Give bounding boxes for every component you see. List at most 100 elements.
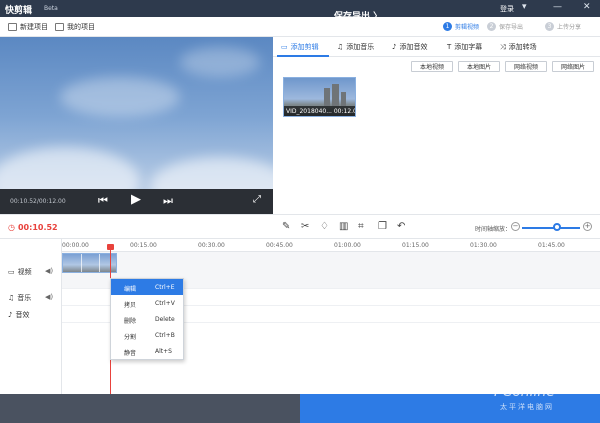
minimize-icon[interactable]: — (553, 2, 562, 12)
close-icon[interactable]: ✕ (583, 2, 591, 12)
trash-icon[interactable]: ▥ (339, 221, 348, 232)
track-label-text: 音效 (15, 311, 30, 319)
online-video-label: 网络视频 (513, 64, 538, 71)
track-label-text: 音乐 (17, 294, 32, 302)
menu-item-shortcut: Ctrl+B (155, 332, 175, 339)
ruler-tick: 01:45.00 (538, 242, 565, 249)
step-edit[interactable]: 1 剪辑视频 (443, 22, 479, 31)
copy-icon[interactable]: ❐ (378, 221, 387, 232)
menu-item-label: 删除 (124, 318, 137, 325)
prev-icon[interactable]: ⏮ (98, 194, 108, 208)
app-title: 快剪辑 (5, 6, 33, 16)
watermark-subtitle: 太平洋电脑网 (500, 403, 554, 411)
video-clip[interactable] (62, 253, 117, 273)
menu-item-shortcut: Delete (155, 316, 175, 323)
video-track-label: ▭ 视频 (8, 267, 32, 277)
time-ruler[interactable]: 00:00.00 00:15.00 00:30.00 00:45.00 01:0… (62, 239, 600, 252)
music-track-label: ♫ 音乐 (8, 293, 31, 303)
building-shape (341, 92, 346, 106)
next-icon[interactable]: ⏭ (163, 194, 173, 208)
zoom-slider-track[interactable] (522, 227, 580, 229)
building-shape (324, 88, 330, 106)
tab-bar: ▭ 添加剪辑 ♫ 添加音乐 ♪ 添加音效 T 添加字幕 ⤨ 添加转场 (273, 37, 600, 57)
pencil-icon[interactable]: ✎ (282, 221, 290, 232)
local-image-label: 本地图片 (466, 64, 491, 71)
bottom-bar-left (0, 394, 300, 423)
save-export-button[interactable]: 保存导出 〉 (334, 9, 382, 22)
ruler-tick: 00:00.00 (62, 242, 89, 249)
timeline: ▭ 视频 ◀) ♫ 音乐 ◀) ♪ 音效 00:00.00 00:15.00 0… (0, 239, 600, 394)
tab-add-transition[interactable]: ⤨ 添加转场 (500, 42, 537, 52)
step-label: 保存导出 (499, 24, 524, 31)
online-image-button[interactable]: 网络图片 (552, 61, 594, 72)
media-thumbnail[interactable]: VID_2018040... 00:12.04 (283, 77, 356, 117)
sound-track-label: ♪ 音效 (8, 310, 29, 320)
tab-label: 添加字幕 (454, 43, 483, 51)
zoom-label: 时间轴缩放： (475, 226, 512, 233)
local-video-button[interactable]: 本地视频 (411, 61, 453, 72)
volume-icon[interactable]: ◀) (45, 267, 53, 275)
step-export[interactable]: 2 保存导出 (487, 22, 523, 31)
local-video-label: 本地视频 (419, 64, 444, 71)
tab-label: 添加音效 (399, 43, 428, 51)
menu-item-copy[interactable]: 拷贝 Ctrl+V (111, 295, 183, 311)
tab-add-clip[interactable]: ▭ 添加剪辑 (281, 42, 319, 52)
step-number: 1 (443, 22, 452, 31)
video-icon: ▭ (8, 268, 15, 276)
watermark-logo: PConline (494, 384, 555, 400)
tab-label: 添加转场 (508, 43, 537, 51)
login-button[interactable]: 登录 (500, 4, 514, 14)
new-project-button[interactable]: 新建项目 (8, 22, 48, 32)
local-image-button[interactable]: 本地图片 (458, 61, 500, 72)
online-video-button[interactable]: 网络视频 (505, 61, 547, 72)
bell-icon[interactable]: ♢ (320, 221, 329, 232)
zoom-out-icon[interactable]: − (511, 222, 520, 231)
online-image-label: 网络图片 (560, 64, 585, 71)
tab-add-sound[interactable]: ♪ 添加音效 (392, 42, 427, 52)
tab-add-subtitle[interactable]: T 添加字幕 (447, 42, 482, 52)
ruler-tick: 01:30.00 (470, 242, 497, 249)
menu-item-label: 静音 (124, 350, 137, 357)
undo-icon[interactable]: ↶ (397, 221, 405, 232)
title-bar: 快剪辑 Beta 登录 ▾ — ✕ (0, 0, 600, 17)
top-toolbar: 新建项目 我的项目 1 剪辑视频 2 保存导出 3 上传分享 (0, 17, 600, 37)
track-labels: ▭ 视频 ◀) ♫ 音乐 ◀) ♪ 音效 (0, 239, 62, 394)
music-track-row (0, 289, 600, 306)
zoom-slider-handle[interactable] (553, 223, 561, 231)
step-number: 3 (545, 22, 554, 31)
export-area[interactable] (300, 394, 600, 423)
menu-item-mute[interactable]: 静音 Alt+S (111, 343, 183, 359)
menu-item-delete[interactable]: 删除 Delete (111, 311, 183, 327)
fullscreen-icon[interactable]: ⤢ (253, 194, 261, 205)
menu-item-label: 拷贝 (124, 302, 137, 309)
clip-frame-divider (99, 254, 100, 272)
music-icon: ♫ (337, 43, 344, 51)
menu-icon[interactable]: ▾ (522, 2, 527, 12)
step-share[interactable]: 3 上传分享 (545, 22, 581, 31)
new-project-icon (8, 23, 17, 31)
zoom-in-icon[interactable]: + (583, 222, 592, 231)
crop-icon[interactable]: ⌗ (358, 221, 364, 232)
cloud (180, 47, 260, 77)
video-preview[interactable] (0, 37, 273, 214)
menu-item-shortcut: Ctrl+V (155, 300, 175, 307)
play-icon[interactable]: ▶ (131, 192, 141, 207)
transition-icon: ⤨ (500, 42, 506, 51)
ruler-tick: 01:00.00 (334, 242, 361, 249)
active-tab-indicator (277, 55, 329, 57)
ruler-tick: 00:30.00 (198, 242, 225, 249)
menu-item-edit[interactable]: 编辑 Ctrl+E (111, 279, 183, 295)
edit-toolbar: ◷ 00:10.52 ✎ ✂ ♢ ▥ ⌗ ❐ ↶ 时间轴缩放： − + (0, 214, 600, 239)
clock-icon: ◷ (8, 223, 15, 232)
menu-item-split[interactable]: 分割 Ctrl+B (111, 327, 183, 343)
media-panel: ▭ 添加剪辑 ♫ 添加音乐 ♪ 添加音效 T 添加字幕 ⤨ 添加转场 本地视频 … (273, 37, 600, 214)
my-projects-button[interactable]: 我的项目 (55, 22, 95, 32)
sound-track-row (0, 306, 600, 323)
volume-icon[interactable]: ◀) (45, 293, 53, 301)
menu-item-shortcut: Ctrl+E (155, 284, 175, 291)
ruler-tick: 00:45.00 (266, 242, 293, 249)
tab-add-music[interactable]: ♫ 添加音乐 (337, 42, 374, 52)
scissors-icon[interactable]: ✂ (301, 221, 309, 232)
player-time: 00:10.52/00:12.00 (10, 198, 66, 205)
step-number: 2 (487, 22, 496, 31)
